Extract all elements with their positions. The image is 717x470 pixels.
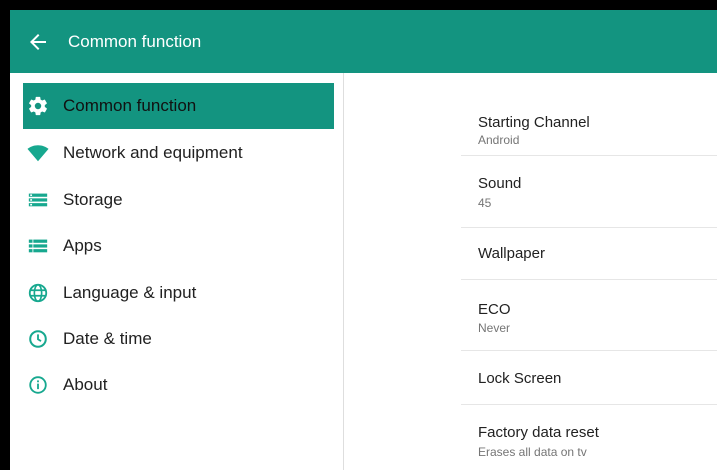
clock-icon (29, 330, 47, 348)
setting-wallpaper[interactable]: Wallpaper (461, 228, 717, 279)
sidebar: Common function Network and equipment St… (10, 73, 343, 470)
apps-list-icon (28, 239, 48, 253)
settings-list: Starting Channel Android Sound 45 Wallpa… (461, 73, 717, 470)
app-bar: Common function (10, 10, 717, 73)
setting-starting-channel[interactable]: Starting Channel Android (461, 93, 717, 155)
page-title: Common function (68, 32, 202, 51)
setting-lock-screen[interactable]: Lock Screen (461, 351, 717, 404)
settings-screen: Common function Common function Network … (10, 10, 717, 470)
setting-eco[interactable]: ECO Never (461, 280, 717, 350)
sidebar-item-language-input[interactable]: Language & input (23, 270, 334, 316)
globe-icon (28, 283, 48, 303)
sidebar-item-network-and-equipment[interactable]: Network and equipment (23, 130, 334, 176)
setting-title: Starting Channel (478, 114, 590, 131)
setting-factory-data-reset[interactable]: Factory data reset Erases all data on tv (461, 405, 717, 470)
setting-title: ECO (478, 301, 511, 318)
sidebar-item-date-time[interactable]: Date & time (23, 316, 334, 362)
sidebar-item-label: About (63, 375, 108, 394)
setting-value: Never (478, 321, 511, 335)
setting-value: Erases all data on tv (478, 445, 587, 459)
sidebar-item-label: Storage (63, 190, 123, 209)
sidebar-item-apps[interactable]: Apps (23, 223, 334, 269)
sidebar-item-about[interactable]: About (23, 362, 334, 408)
gear-icon (29, 96, 47, 116)
sidebar-item-label: Network and equipment (63, 143, 243, 162)
sidebar-item-label: Common function (63, 96, 197, 115)
pane-divider (343, 73, 344, 470)
wifi-icon (27, 145, 49, 162)
setting-value: Android (478, 133, 520, 147)
sidebar-item-common-function[interactable]: Common function (23, 83, 334, 129)
setting-title: Sound (478, 175, 522, 192)
sidebar-item-label: Apps (63, 236, 102, 255)
sidebar-item-label: Date & time (63, 329, 152, 348)
setting-value: 45 (478, 196, 492, 210)
setting-sound[interactable]: Sound 45 (461, 156, 717, 227)
setting-title: Lock Screen (478, 370, 562, 387)
sidebar-item-storage[interactable]: Storage (23, 177, 334, 223)
storage-icon (28, 193, 48, 207)
sidebar-item-label: Language & input (63, 283, 197, 302)
arrow-left-icon[interactable] (26, 30, 50, 54)
info-icon (29, 376, 47, 394)
setting-title: Wallpaper (478, 245, 545, 262)
setting-title: Factory data reset (478, 424, 599, 441)
